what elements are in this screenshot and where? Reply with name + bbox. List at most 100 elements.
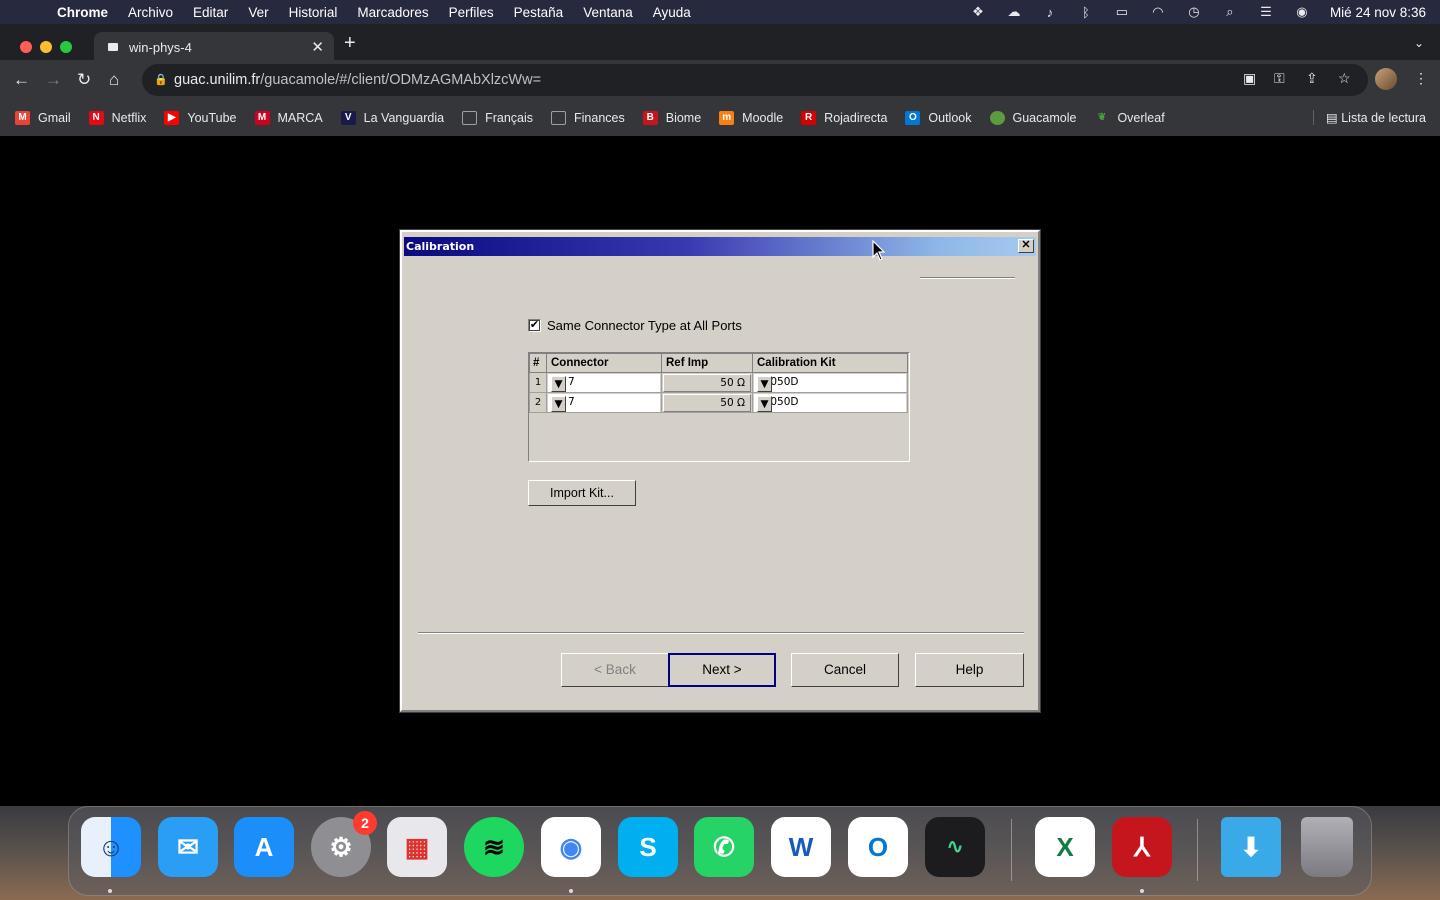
share-icon[interactable]: ⇪ xyxy=(1306,70,1318,87)
bookmark-marca[interactable]: M MARCA xyxy=(246,111,332,125)
macos-dock: ☺ ✉ A ⚙ 2 ▦ ≋ ◉ S ✆ W O ∿ X ⅄ ⬇ xyxy=(68,806,1372,896)
button-separator xyxy=(418,632,1024,634)
connector-select[interactable]: PC 7▼ xyxy=(548,373,660,392)
volume-icon[interactable]: ♪ xyxy=(1032,5,1068,20)
reading-list[interactable]: ▤ Lista de lectura xyxy=(1312,110,1426,125)
tab-search-chevron-icon[interactable]: ⌄ xyxy=(1414,36,1424,50)
menu-ventana[interactable]: Ventana xyxy=(583,5,633,20)
browser-tab[interactable]: win-phys-4 ✕ xyxy=(94,32,334,62)
zoom-window-button[interactable] xyxy=(60,41,72,53)
home-icon[interactable]: ⌂ xyxy=(109,70,119,90)
bookmark-netflix[interactable]: N Netflix xyxy=(80,111,156,125)
folder-icon xyxy=(462,111,478,125)
activity-monitor-icon[interactable]: ∿ xyxy=(925,817,985,877)
clipboard-icon[interactable]: ▣ xyxy=(1243,70,1256,87)
minimize-window-button[interactable] xyxy=(40,41,52,53)
spotify-icon[interactable]: ≋ xyxy=(464,817,524,877)
bookmark-la-vanguardia[interactable]: V La Vanguardia xyxy=(332,111,453,125)
whatsapp-icon[interactable]: ✆ xyxy=(694,817,754,877)
next-button[interactable]: Next > xyxy=(668,653,776,687)
url-text[interactable]: guac.unilim.fr/guacamole/#/client/ODMzAG… xyxy=(174,72,541,88)
back-button[interactable]: < Back xyxy=(561,653,669,687)
menu-historial[interactable]: Historial xyxy=(289,5,338,20)
chrome-icon[interactable]: ◉ xyxy=(541,817,601,877)
cal-kit-select[interactable]: 85050D ▼ xyxy=(754,393,906,412)
close-tab-icon[interactable]: ✕ xyxy=(311,38,324,56)
time-machine-icon[interactable]: ◷ xyxy=(1176,4,1212,20)
notification-badge: 2 xyxy=(353,811,377,835)
forward-arrow-icon[interactable]: → xyxy=(45,70,62,90)
rojadirecta-icon: R xyxy=(801,111,817,125)
ref-imp-value[interactable]: 50 Ω xyxy=(663,393,751,412)
bookmark-finances[interactable]: Finances xyxy=(542,111,634,125)
menu-app-name[interactable]: Chrome xyxy=(57,5,108,20)
close-window-button[interactable] xyxy=(20,41,32,53)
launchpad-icon[interactable]: ▦ xyxy=(387,817,447,877)
dropbox-icon[interactable]: ❖ xyxy=(960,4,996,20)
control-center-icon[interactable]: ☰ xyxy=(1248,4,1284,20)
key-icon[interactable]: ⚿ xyxy=(1274,70,1285,87)
outlook-icon[interactable]: O xyxy=(848,817,908,877)
cloud-icon[interactable]: ☁ xyxy=(996,4,1032,20)
cal-kit-select[interactable]: 85050D ▼ xyxy=(754,373,906,392)
menu-perfiles[interactable]: Perfiles xyxy=(449,5,494,20)
wifi-icon[interactable]: ◠ xyxy=(1140,4,1176,20)
import-kit-button[interactable]: Import Kit... xyxy=(528,480,636,506)
battery-icon[interactable]: ▭ xyxy=(1104,4,1140,20)
back-arrow-icon[interactable]: ← xyxy=(13,70,30,90)
same-connector-checkbox[interactable]: ✔ xyxy=(528,319,541,332)
profile-avatar[interactable] xyxy=(1375,68,1397,90)
dropdown-arrow-icon[interactable]: ▼ xyxy=(757,375,772,392)
bookmark-gmail[interactable]: M Gmail xyxy=(6,111,80,125)
acrobat-icon[interactable]: ⅄ xyxy=(1112,817,1172,877)
bookmark-moodle[interactable]: m Moodle xyxy=(710,111,792,125)
macos-menubar: Chrome Archivo Editar Ver Historial Marc… xyxy=(0,0,1440,24)
menubar-clock[interactable]: Mié 24 nov 8:36 xyxy=(1330,5,1426,20)
dialog-close-button[interactable]: ✕ xyxy=(1018,239,1034,253)
chrome-window: win-phys-4 ✕ + ⌄ ← → ↻ ⌂ 🔒 guac.unilim.f… xyxy=(0,24,1440,136)
dropdown-arrow-icon[interactable]: ▼ xyxy=(551,395,566,412)
dropdown-arrow-icon[interactable]: ▼ xyxy=(551,375,566,392)
dropdown-arrow-icon[interactable]: ▼ xyxy=(757,395,772,412)
skype-icon[interactable]: S xyxy=(618,817,678,877)
mail-icon[interactable]: ✉ xyxy=(158,817,218,877)
tab-title: win-phys-4 xyxy=(129,40,192,55)
address-bar[interactable]: 🔒 guac.unilim.fr/guacamole/#/client/ODMz… xyxy=(142,64,1368,96)
netflix-icon: N xyxy=(88,111,104,125)
bluetooth-icon[interactable]: ᛒ xyxy=(1068,5,1104,20)
bookmark-guacamole[interactable]: Guacamole xyxy=(981,111,1086,125)
reading-list-icon: ▤ xyxy=(1325,111,1342,125)
menu-ver[interactable]: Ver xyxy=(248,5,268,20)
cancel-button[interactable]: Cancel xyxy=(791,653,899,687)
dialog-titlebar[interactable]: Calibration ✕ xyxy=(404,237,1036,256)
lock-icon[interactable]: 🔒 xyxy=(154,73,168,86)
bookmark-overleaf[interactable]: ❦ Overleaf xyxy=(1085,111,1173,125)
bookmark-youtube[interactable]: ▶ YouTube xyxy=(155,111,245,125)
trash-icon[interactable] xyxy=(1301,817,1353,877)
bookmark-outlook[interactable]: O Outlook xyxy=(896,111,980,125)
reload-icon[interactable]: ↻ xyxy=(77,70,91,90)
app-store-icon[interactable]: A xyxy=(234,817,294,877)
bookmark-star-icon[interactable]: ☆ xyxy=(1338,70,1351,87)
siri-icon[interactable]: ◉ xyxy=(1284,4,1320,20)
bookmark-rojadirecta[interactable]: R Rojadirecta xyxy=(792,111,896,125)
spotlight-icon[interactable]: ⌕ xyxy=(1212,4,1248,20)
menu-editar[interactable]: Editar xyxy=(193,5,228,20)
menu-pestana[interactable]: Pestaña xyxy=(514,5,564,20)
new-tab-button[interactable]: + xyxy=(344,32,356,55)
menu-archivo[interactable]: Archivo xyxy=(128,5,173,20)
downloads-folder-icon[interactable]: ⬇ xyxy=(1221,817,1281,877)
ref-imp-value[interactable]: 50 Ω xyxy=(663,373,751,392)
more-menu-icon[interactable]: ⋮ xyxy=(1414,70,1428,87)
menu-ayuda[interactable]: Ayuda xyxy=(653,5,691,20)
excel-icon[interactable]: X xyxy=(1035,817,1095,877)
word-icon[interactable]: W xyxy=(771,817,831,877)
connector-select[interactable]: PC 7▼ xyxy=(548,393,660,412)
bookmark-biome[interactable]: B Biome xyxy=(634,111,710,125)
finder-icon[interactable]: ☺ xyxy=(81,817,141,877)
row-number: 1 xyxy=(529,372,547,393)
bookmark-francais[interactable]: Français xyxy=(453,111,542,125)
menu-marcadores[interactable]: Marcadores xyxy=(357,5,428,20)
same-connector-checkbox-row[interactable]: ✔ Same Connector Type at All Ports xyxy=(528,318,742,333)
help-button[interactable]: Help xyxy=(915,653,1024,687)
